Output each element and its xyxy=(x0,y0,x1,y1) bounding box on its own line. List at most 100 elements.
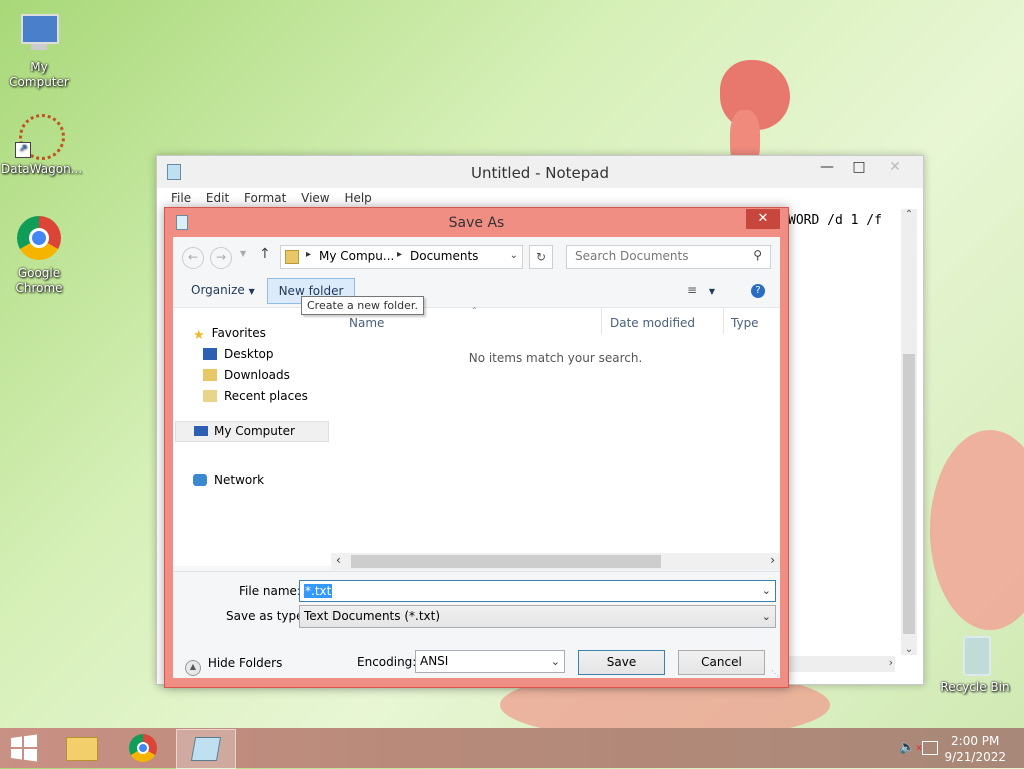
nav-downloads-label: Downloads xyxy=(224,368,290,382)
menu-edit[interactable]: Edit xyxy=(206,188,229,208)
file-explorer-icon xyxy=(66,737,98,761)
dialog-close-button[interactable]: ✕ xyxy=(746,209,780,229)
save-as-type-label: Save as type: xyxy=(226,609,308,623)
notepad-titlebar[interactable]: Untitled - Notepad — □ ✕ xyxy=(157,156,923,188)
breadcrumb-chevron-icon: ▸ xyxy=(397,249,403,260)
resize-grip-icon[interactable]: ⋱ xyxy=(771,669,779,678)
taskbar-chrome[interactable] xyxy=(115,731,171,765)
nav-desktop-label: Desktop xyxy=(224,347,274,361)
encoding-label: Encoding: xyxy=(357,655,417,669)
datawagon-icon: ↗ xyxy=(15,112,65,160)
column-date-modified[interactable]: Date modified xyxy=(610,316,695,330)
save-as-type-select[interactable]: Text Documents (*.txt) ⌄ xyxy=(299,605,776,628)
menu-help[interactable]: Help xyxy=(344,188,371,208)
search-placeholder: Search Documents xyxy=(575,249,689,263)
file-name-value: *.txt xyxy=(304,584,333,598)
chevron-up-circle-icon: ▲ xyxy=(185,660,201,676)
volume-muted-icon[interactable]: 🔈✕ xyxy=(899,740,923,755)
notepad-text[interactable]: WORD /d 1 /f xyxy=(788,213,882,228)
dialog-body: ← → ▼ ↑ ▸ My Compu... ▸ Documents ⌄ ↻ Se… xyxy=(173,237,780,678)
search-icon: ⚲ xyxy=(753,248,762,262)
address-bar[interactable]: ▸ My Compu... ▸ Documents ⌄ xyxy=(280,245,523,269)
nav-desktop[interactable]: Desktop xyxy=(203,347,274,361)
nav-my-computer[interactable]: My Computer xyxy=(175,421,329,442)
scroll-left-icon[interactable]: ‹ xyxy=(336,553,341,567)
close-button[interactable]: ✕ xyxy=(875,156,915,180)
desktop-icon-datawagon[interactable]: ↗ DataWagon... xyxy=(1,112,83,177)
search-input[interactable]: Search Documents ⚲ xyxy=(566,245,771,269)
back-button[interactable]: ← xyxy=(182,247,204,269)
column-name[interactable]: Name xyxy=(349,316,384,330)
scroll-thumb[interactable] xyxy=(903,354,915,634)
desktop-icon-recycle-bin[interactable]: Recycle Bin xyxy=(937,630,1013,695)
save-as-dialog: Save As ✕ ← → ▼ ↑ ▸ My Compu... ▸ Docume… xyxy=(164,207,789,688)
breadcrumb-documents[interactable]: Documents xyxy=(410,249,478,263)
chevron-down-icon: ▼ xyxy=(708,287,716,296)
column-separator xyxy=(723,308,724,334)
column-type[interactable]: Type xyxy=(731,316,759,330)
desktop-icon-my-computer[interactable]: My Computer xyxy=(1,10,77,90)
file-name-field[interactable]: *.txt ⌄ xyxy=(299,580,776,602)
desktop-icon xyxy=(203,348,217,360)
file-name-label: File name: xyxy=(239,584,301,598)
chevron-down-icon[interactable]: ⌄ xyxy=(762,581,771,601)
view-options-button[interactable]: ≡ ▼ xyxy=(687,283,715,297)
encoding-select[interactable]: ANSI ⌄ xyxy=(415,650,565,673)
desktop-icon-label: DataWagon... xyxy=(1,162,83,176)
nav-recent-places[interactable]: Recent places xyxy=(203,389,308,403)
notepad-icon xyxy=(190,737,222,761)
scroll-down-icon[interactable]: ⌄ xyxy=(901,644,917,655)
notepad-title: Untitled - Notepad xyxy=(470,164,610,182)
save-button[interactable]: Save xyxy=(578,650,665,675)
address-dropdown-icon[interactable]: ⌄ xyxy=(510,250,518,261)
column-separator xyxy=(601,308,602,334)
desktop-icon-label: Recycle Bin xyxy=(940,680,1010,694)
dialog-separator xyxy=(173,571,780,572)
scroll-up-icon[interactable]: ⌃ xyxy=(901,209,917,220)
nav-favorites[interactable]: ★ Favorites xyxy=(193,326,266,343)
taskbar-notepad[interactable] xyxy=(176,729,236,769)
notepad-horizontal-scrollbar[interactable]: › xyxy=(789,656,895,672)
empty-message: No items match your search. xyxy=(468,351,643,365)
computer-icon xyxy=(194,426,208,436)
nav-downloads[interactable]: Downloads xyxy=(203,368,290,382)
scroll-thumb[interactable] xyxy=(351,555,661,568)
scroll-right-icon[interactable]: › xyxy=(889,656,893,669)
nav-network-label: Network xyxy=(214,473,265,487)
save-as-type-value: Text Documents (*.txt) xyxy=(304,609,441,623)
menu-file[interactable]: File xyxy=(171,188,191,208)
menu-format[interactable]: Format xyxy=(244,188,286,208)
windows-logo-icon xyxy=(11,734,37,762)
menu-view[interactable]: View xyxy=(301,188,329,208)
scroll-right-icon[interactable]: › xyxy=(770,553,775,567)
network-icon xyxy=(193,474,207,486)
notepad-vertical-scrollbar[interactable]: ⌃ ⌄ xyxy=(901,209,917,655)
cancel-button[interactable]: Cancel xyxy=(678,650,765,675)
recycle-bin-icon xyxy=(951,630,999,678)
nav-recent-label: Recent places xyxy=(224,389,308,403)
nav-network[interactable]: Network xyxy=(193,473,264,487)
organize-button[interactable]: Organize ▼ xyxy=(191,283,255,297)
taskbar-file-explorer[interactable] xyxy=(54,731,110,765)
maximize-button[interactable]: □ xyxy=(843,156,875,180)
file-list-scrollbar[interactable]: ‹ › xyxy=(331,553,780,570)
hide-folders-label: Hide Folders xyxy=(207,656,283,670)
recent-locations-icon[interactable]: ▼ xyxy=(240,249,246,258)
dialog-toolbar: Organize ▼ New folder ≡ ▼ ? xyxy=(173,277,780,308)
chrome-icon xyxy=(15,216,63,264)
desktop-icon-chrome[interactable]: Google Chrome xyxy=(1,216,77,296)
refresh-button[interactable]: ↻ xyxy=(529,245,553,269)
minimize-button[interactable]: — xyxy=(811,156,843,180)
up-button[interactable]: ↑ xyxy=(259,246,271,262)
desktop-icon-label: My Computer xyxy=(9,60,69,89)
folder-icon xyxy=(285,250,299,264)
start-button[interactable] xyxy=(0,728,48,768)
new-folder-tooltip: Create a new folder. xyxy=(301,296,424,315)
network-tray-icon[interactable] xyxy=(922,741,938,755)
help-icon[interactable]: ? xyxy=(751,284,765,298)
clock[interactable]: 2:00 PM 9/21/2022 xyxy=(944,733,1006,765)
chevron-down-icon: ⌄ xyxy=(761,610,771,623)
breadcrumb-my-computer[interactable]: My Compu... xyxy=(319,249,394,263)
forward-button[interactable]: → xyxy=(210,247,232,269)
hide-folders-button[interactable]: ▲ Hide Folders xyxy=(185,656,282,676)
